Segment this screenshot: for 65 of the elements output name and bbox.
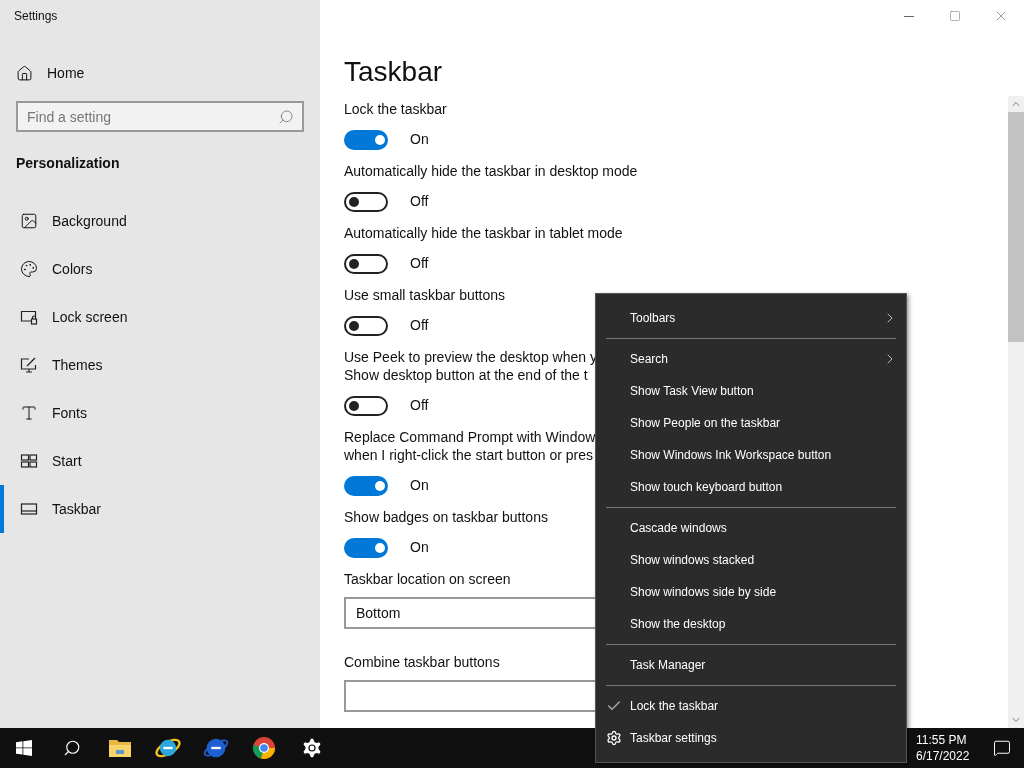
minimize-icon	[904, 15, 914, 17]
toggle-switch[interactable]	[344, 395, 388, 416]
sidebar-item[interactable]: Start	[0, 437, 320, 485]
window-title: Settings	[14, 8, 58, 25]
toggle-state: Off	[410, 396, 429, 415]
setting-label: Lock the taskbar	[344, 100, 447, 118]
menu-item[interactable]: Show Windows Ink Workspace button	[596, 439, 906, 471]
toggle-state: Off	[410, 192, 429, 211]
toggle-state: On	[410, 538, 429, 557]
toggle-switch[interactable]	[344, 537, 388, 558]
menu-item[interactable]: Task Manager	[596, 649, 906, 681]
toggle-switch[interactable]	[344, 191, 388, 212]
sidebar-item[interactable]: Background	[0, 197, 320, 245]
menu-item[interactable]: Show touch keyboard button	[596, 471, 906, 503]
menu-item[interactable]: Toolbars	[596, 302, 906, 334]
sidebar-item[interactable]: Themes	[0, 341, 320, 389]
fonts-icon	[20, 404, 38, 422]
menu-item[interactable]: Show People on the taskbar	[596, 407, 906, 439]
toggle-state: On	[410, 476, 429, 495]
search-icon	[278, 109, 294, 125]
palette-icon	[20, 260, 38, 278]
menu-item[interactable]: Search	[596, 343, 906, 375]
menu-item[interactable]: Lock the taskbar	[596, 690, 906, 722]
taskbar-icon	[20, 500, 38, 518]
sidebar-item[interactable]: Colors	[0, 245, 320, 293]
lock-screen-icon	[20, 308, 38, 326]
setting-label: Combine taskbar buttons	[344, 653, 500, 671]
home-icon	[16, 64, 33, 82]
setting-label: when I right-click the start button or pres	[344, 446, 593, 464]
settings-icon[interactable]	[300, 736, 324, 760]
setting-label: Taskbar location on screen	[344, 570, 511, 588]
toggle-state: Off	[410, 316, 429, 335]
picture-icon	[20, 212, 38, 230]
toggle-switch[interactable]	[344, 475, 388, 496]
setting-label: Automatically hide the taskbar in tablet mode	[344, 224, 623, 242]
setting-label: Replace Command Prompt with Window	[344, 428, 596, 446]
setting-label: Show desktop button at the end of the t	[344, 366, 588, 384]
sidebar-item[interactable]: Fonts	[0, 389, 320, 437]
toggle-switch[interactable]	[344, 129, 388, 150]
setting-label: Automatically hide the taskbar in desktop mode	[344, 162, 638, 180]
chrome-icon[interactable]	[252, 736, 276, 760]
section-heading: Personalization	[16, 153, 120, 173]
themes-icon	[20, 356, 38, 374]
notifications-icon[interactable]	[993, 739, 1011, 757]
menu-item[interactable]: Cascade windows	[596, 512, 906, 544]
clock[interactable]: 11:55 PM 6/17/2022	[916, 732, 978, 764]
menu-item[interactable]: Show Task View button	[596, 375, 906, 407]
menu-item[interactable]: Show windows stacked	[596, 544, 906, 576]
restore-icon	[949, 10, 961, 22]
search-field[interactable]: Find a setting	[16, 101, 304, 132]
start-tiles-icon	[20, 452, 38, 470]
settings-icon	[606, 730, 622, 746]
sidebar-item[interactable]: Lock screen	[0, 293, 320, 341]
toggle-switch[interactable]	[344, 253, 388, 274]
search-icon	[63, 739, 81, 757]
menu-item[interactable]: Taskbar settings	[596, 722, 906, 754]
toggle-switch[interactable]	[344, 315, 388, 336]
page-title: Taskbar	[344, 55, 444, 89]
toggle-state: Off	[410, 254, 429, 273]
setting-label: Show badges on taskbar buttons	[344, 508, 548, 526]
setting-label: Use small taskbar buttons	[344, 286, 506, 304]
toggle-state: On	[410, 130, 429, 149]
scrollbar[interactable]	[1008, 96, 1024, 728]
home-nav-item[interactable]: Home	[0, 49, 320, 97]
windows-logo-icon	[16, 740, 32, 756]
